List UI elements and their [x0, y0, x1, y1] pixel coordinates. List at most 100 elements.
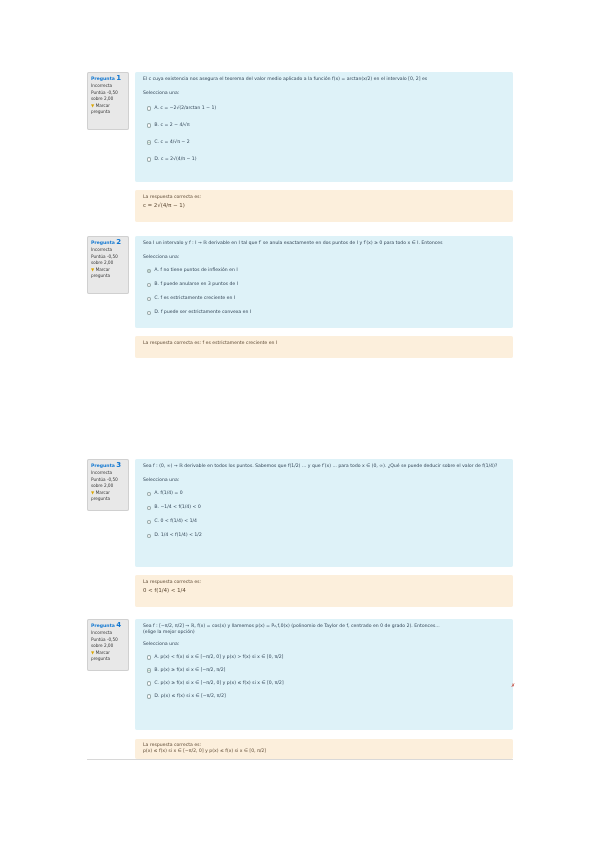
option-a[interactable]: A. c = −2√(2/arctan 1 − 1): [147, 100, 505, 117]
option-c[interactable]: C. c = 4/√π − 2: [147, 134, 505, 151]
option-label: C. 0 < f(1/4) < 1/4: [154, 519, 197, 524]
radio-button[interactable]: [147, 310, 152, 316]
question-info: Pregunta 1 Incorrecta Puntúa -0,50 sobre…: [87, 72, 129, 130]
radio-button[interactable]: [147, 282, 152, 288]
option-c[interactable]: C. f es estrictamente creciente en I: [147, 292, 505, 306]
radio-button[interactable]: [147, 106, 152, 111]
correct-answer-value: c = 2√(4/π − 1): [143, 203, 185, 210]
option-a[interactable]: A. p(x) < f(x) si x ∈ [−π/2, 0] y p(x) >…: [147, 651, 505, 664]
option-label: B. p(x) ≥ f(x) si x ∈ [−π/2, π/2]: [154, 667, 226, 673]
radio-button[interactable]: [147, 505, 152, 511]
option-label: A. f no tiene puntos de inflexión en I: [154, 268, 238, 273]
option-label: D. c = 2√(4/π − 1): [154, 156, 197, 162]
option-label: C. c = 4/√π − 2: [154, 139, 190, 145]
option-b[interactable]: B. −1/4 < f(1/4) < 0: [147, 501, 505, 515]
radio-button[interactable]: [147, 694, 152, 699]
correct-answer-value: p(x) ≤ f(x) si x ∈ [−π/2, 0] y p(x) ≤ f(…: [143, 749, 267, 755]
flag-label: Marcar pregunta: [91, 490, 111, 501]
question-info: Pregunta 2 Incorrecta Puntúa -0,50 sobre…: [87, 236, 129, 294]
flag-question-link[interactable]: ▼ Marcar pregunta: [91, 650, 125, 661]
correct-answer-label: La respuesta correcta es: f es estrictam…: [143, 341, 278, 346]
option-label: B. c = 2 − 4/√π: [154, 122, 190, 128]
option-b[interactable]: B. p(x) ≥ f(x) si x ∈ [−π/2, π/2]: [147, 664, 505, 677]
option-label: A. f(1/4) = 0: [154, 491, 183, 496]
flag-label: Marcar pregunta: [91, 103, 111, 114]
question-score: Puntúa -0,50 sobre 2,00: [91, 477, 118, 488]
flag-question-link[interactable]: ▼ Marcar pregunta: [91, 103, 125, 114]
option-a[interactable]: A. f(1/4) = 0: [147, 487, 505, 501]
radio-button[interactable]: [147, 533, 152, 539]
option-label: A. c = −2√(2/arctan 1 − 1): [154, 105, 217, 111]
option-d[interactable]: D. 1/4 < f(1/4) < 1/2: [147, 529, 505, 543]
radio-button[interactable]: [147, 296, 152, 302]
correct-answer-feedback: La respuesta correcta es: f es estrictam…: [135, 336, 513, 358]
question-prompt: Sea f : (0, ∞) → ℝ derivable en todos lo…: [143, 464, 498, 469]
flag-icon: ▼: [91, 650, 95, 656]
flag-label: Marcar pregunta: [91, 650, 111, 661]
question-status: Incorrecta: [91, 82, 113, 88]
radio-button-selected[interactable]: [147, 140, 152, 145]
option-b[interactable]: B. c = 2 − 4/√π: [147, 117, 505, 134]
radio-button[interactable]: [147, 655, 152, 660]
flag-icon: ▼: [91, 103, 95, 109]
question-number: 1: [116, 74, 122, 82]
question-number: 4: [116, 621, 122, 629]
radio-button[interactable]: [147, 519, 152, 525]
option-label: D. f puede ser estrictamente convexa en …: [154, 310, 252, 315]
question-title: Pregunta: [91, 624, 115, 629]
question-status: Incorrecta: [91, 246, 113, 252]
correct-answer-feedback: La respuesta correcta es: c = 2√(4/π − 1…: [135, 190, 513, 222]
radio-button[interactable]: [147, 681, 152, 686]
radio-button[interactable]: [147, 491, 152, 497]
option-d[interactable]: D. p(x) ≤ f(x) si x ∈ [−π/2, π/2]: [147, 690, 505, 703]
flag-question-link[interactable]: ▼ Marcar pregunta: [91, 490, 125, 501]
correct-answer-value: 0 < f(1/4) < 1/4: [143, 588, 186, 595]
question-info: Pregunta 4 Incorrecta Puntúa -0,50 sobre…: [87, 619, 129, 671]
question-number: 2: [116, 238, 122, 246]
question-info: Pregunta 3 Incorrecta Puntúa -0,50 sobre…: [87, 459, 129, 511]
option-label: B. f puede anularse en 3 puntos de I: [154, 282, 239, 287]
correct-answer-feedback: La respuesta correcta es: 0 < f(1/4) < 1…: [135, 575, 513, 607]
option-a[interactable]: A. f no tiene puntos de inflexión en I: [147, 264, 505, 278]
option-d[interactable]: D. f puede ser estrictamente convexa en …: [147, 306, 505, 320]
question-status: Incorrecta: [91, 469, 113, 475]
question-score: Puntúa -0,50 sobre 2,00: [91, 254, 118, 265]
radio-button-selected[interactable]: [147, 268, 152, 274]
option-d[interactable]: D. c = 2√(4/π − 1): [147, 151, 505, 168]
option-label: D. p(x) ≤ f(x) si x ∈ [−π/2, π/2]: [154, 693, 226, 699]
select-label: Selecciona una:: [143, 255, 180, 260]
incorrect-mark-icon: ✗: [511, 683, 516, 689]
question-title: Pregunta: [91, 241, 115, 246]
radio-button-selected[interactable]: [147, 668, 152, 673]
radio-button[interactable]: [147, 123, 152, 128]
question-content: Sea f : [−π/2, π/2] → ℝ, f(x) = cos(x) y…: [135, 619, 513, 730]
correct-answer-label: La respuesta correcta es:: [143, 580, 202, 585]
question-prompt-extra: (elige la mejor opción): [143, 630, 195, 635]
flag-icon: ▼: [91, 267, 95, 273]
option-c[interactable]: C. 0 < f(1/4) < 1/4: [147, 515, 505, 529]
question-score: Puntúa -0,50 sobre 2,00: [91, 637, 118, 648]
question-prompt: Sea I un intervalo y f : I → ℝ derivable…: [143, 241, 443, 246]
select-label: Selecciona una:: [143, 642, 180, 647]
option-label: C. p(x) ≥ f(x) si x ∈ [−π/2, 0] y p(x) ≤…: [154, 680, 284, 686]
flag-label: Marcar pregunta: [91, 267, 111, 278]
option-b[interactable]: B. f puede anularse en 3 puntos de I: [147, 278, 505, 292]
option-label: C. f es estrictamente creciente en I: [154, 296, 236, 301]
correct-answer-feedback: La respuesta correcta es: p(x) ≤ f(x) si…: [135, 739, 513, 759]
option-label: B. −1/4 < f(1/4) < 0: [154, 505, 201, 510]
page-divider: [87, 759, 513, 760]
question-title: Pregunta: [91, 77, 115, 82]
radio-button[interactable]: [147, 157, 152, 162]
question-score: Puntúa -0,50 sobre 2,00: [91, 90, 118, 101]
question-title: Pregunta: [91, 464, 115, 469]
flag-question-link[interactable]: ▼ Marcar pregunta: [91, 267, 125, 278]
select-label: Selecciona una:: [143, 478, 180, 483]
question-prompt: El c cuya existencia nos asegura el teor…: [143, 77, 428, 82]
option-label: A. p(x) < f(x) si x ∈ [−π/2, 0] y p(x) >…: [154, 654, 284, 660]
option-c[interactable]: C. p(x) ≥ f(x) si x ∈ [−π/2, 0] y p(x) ≤…: [147, 677, 505, 690]
flag-icon: ▼: [91, 490, 95, 496]
option-label: D. 1/4 < f(1/4) < 1/2: [154, 533, 202, 538]
question-content: El c cuya existencia nos asegura el teor…: [135, 72, 513, 182]
correct-answer-label: La respuesta correcta es:: [143, 195, 202, 200]
question-content: Sea f : (0, ∞) → ℝ derivable en todos lo…: [135, 459, 513, 567]
